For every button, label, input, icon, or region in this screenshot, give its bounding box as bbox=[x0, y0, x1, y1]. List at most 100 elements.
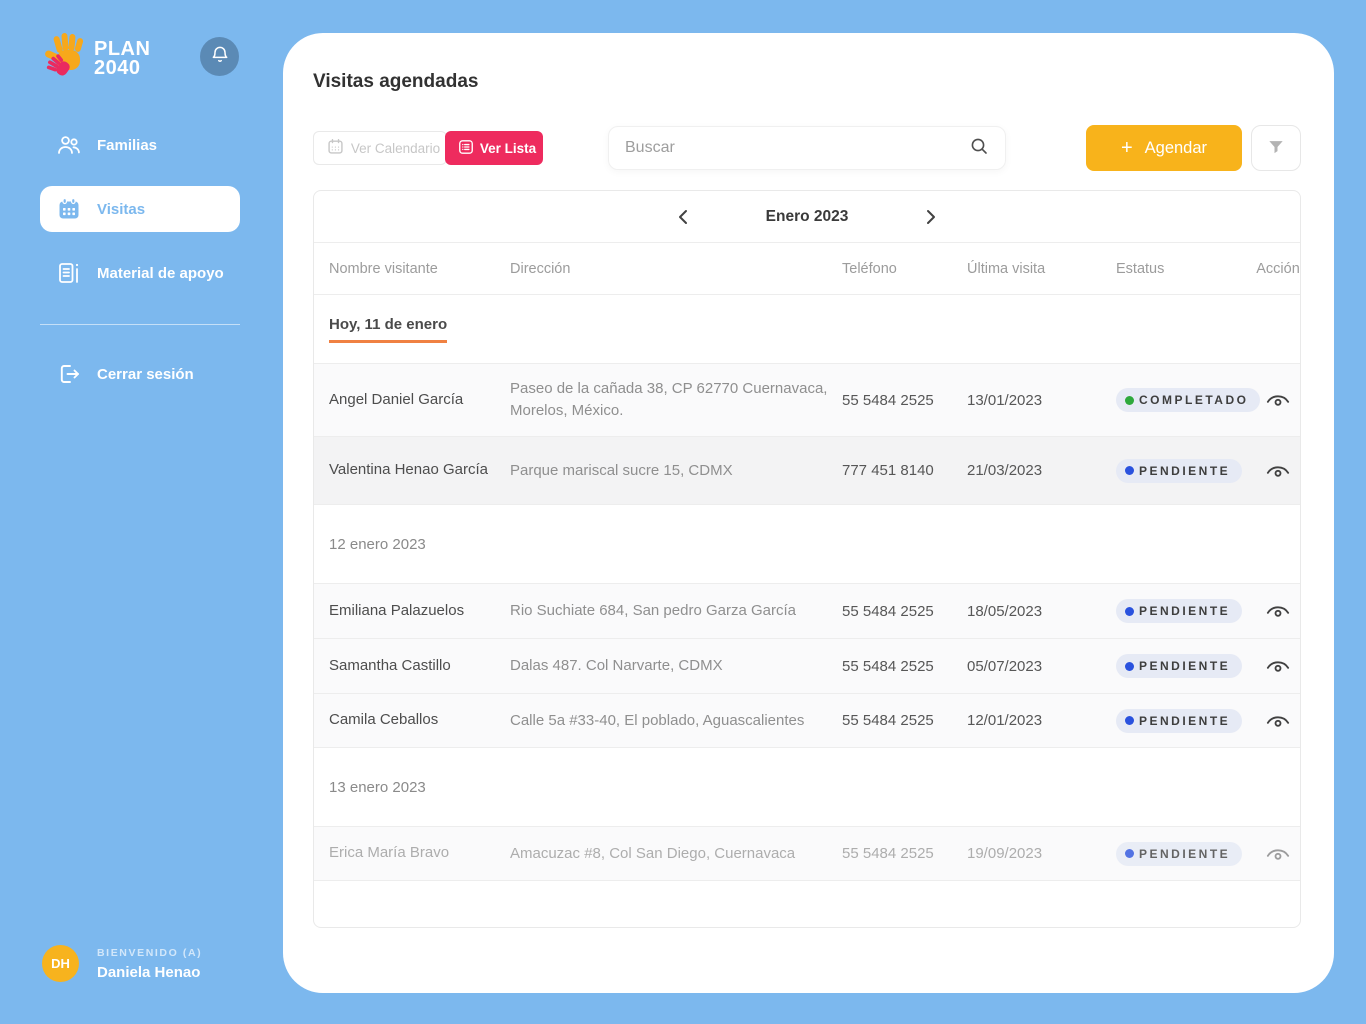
search-input[interactable] bbox=[625, 139, 969, 157]
visitor-address: Calle 5a #33-40, El poblado, Aguascalien… bbox=[510, 711, 805, 729]
visitor-name: Erica María Bravo bbox=[329, 844, 450, 862]
view-visit-button[interactable] bbox=[1256, 658, 1300, 674]
eye-icon bbox=[1266, 465, 1290, 477]
view-visit-button[interactable] bbox=[1256, 603, 1300, 619]
date-group-label: 13 enero 2023 bbox=[329, 778, 426, 796]
eye-icon bbox=[1266, 661, 1290, 672]
list-icon bbox=[458, 139, 474, 158]
column-header: Estatus bbox=[1116, 260, 1165, 277]
calendar-small-icon bbox=[327, 138, 344, 158]
eye-icon bbox=[1266, 848, 1290, 860]
view-list-label: Ver Lista bbox=[479, 140, 537, 156]
status-badge: PENDIENTE bbox=[1116, 654, 1243, 678]
view-calendar-button[interactable]: Ver Calendario bbox=[313, 131, 447, 165]
column-header: Acción bbox=[1256, 260, 1300, 277]
view-calendar-label: Ver Calendario bbox=[350, 140, 441, 156]
visitor-address: Parque mariscal sucre 15, CDMX bbox=[510, 461, 733, 479]
status-dot-icon bbox=[1125, 849, 1134, 858]
agendar-button[interactable]: + Agendar bbox=[1086, 125, 1242, 171]
visitor-address: Paseo de la cañada 38, CP 62770 Cuernava… bbox=[510, 380, 828, 419]
avatar: DH bbox=[42, 945, 79, 982]
view-list-button[interactable]: Ver Lista bbox=[445, 131, 543, 165]
table-row[interactable]: Camila Ceballos Calle 5a #33-40, El pobl… bbox=[314, 693, 1300, 748]
table-header-row: Nombre visitante Dirección Teléfono Últi… bbox=[314, 243, 1300, 295]
visitor-address: Amacuzac #8, Col San Diego, Cuernavaca bbox=[510, 844, 796, 862]
user-info[interactable]: DH BIENVENIDO (A) Daniela Henao bbox=[42, 945, 202, 982]
visitor-name: Camila Ceballos bbox=[329, 711, 439, 729]
date-group-header: 12 enero 2023 bbox=[314, 505, 1300, 583]
date-group-header: 13 enero 2023 bbox=[314, 748, 1300, 826]
sidebar-item-label: Familias bbox=[97, 136, 158, 154]
bell-icon bbox=[210, 44, 230, 69]
status-badge: COMPLETADO bbox=[1116, 388, 1261, 412]
month-navigation: Enero 2023 bbox=[314, 191, 1300, 243]
visitor-address: Dalas 487. Col Narvarte, CDMX bbox=[510, 657, 723, 675]
sidebar-nav: Familias Visitas Material de apoyo Cerra… bbox=[0, 120, 283, 415]
status-dot-icon bbox=[1125, 466, 1134, 475]
app-logo: PLAN 2040 bbox=[40, 30, 150, 87]
column-header: Última visita bbox=[967, 260, 1046, 277]
next-month-button[interactable] bbox=[919, 202, 943, 232]
date-group-header: Hoy, 11 de enero bbox=[314, 295, 1300, 363]
sidebar-item-label: Visitas bbox=[97, 200, 146, 218]
families-icon bbox=[55, 133, 83, 157]
logout-button[interactable]: Cerrar sesión bbox=[0, 351, 283, 397]
welcome-label: BIENVENIDO (A) bbox=[97, 946, 203, 959]
visits-table: Enero 2023 Nombre visitante Dirección Te… bbox=[313, 190, 1301, 928]
status-dot-icon bbox=[1125, 395, 1134, 405]
sidebar-item-visitas[interactable]: Visitas bbox=[40, 186, 240, 232]
view-visit-button[interactable] bbox=[1256, 392, 1300, 408]
view-visit-button[interactable] bbox=[1256, 463, 1300, 479]
visitor-name: Emiliana Palazuelos bbox=[329, 601, 465, 619]
column-header: Teléfono bbox=[842, 260, 897, 277]
table-row[interactable]: Erica María Bravo Amacuzac #8, Col San D… bbox=[314, 826, 1300, 881]
visitor-phone: 777 451 8140 bbox=[842, 462, 934, 479]
last-visit-date: 13/01/2023 bbox=[967, 391, 1043, 409]
view-visit-button[interactable] bbox=[1256, 846, 1300, 862]
sidebar-divider bbox=[40, 324, 240, 325]
table-row[interactable]: Emiliana Palazuelos Rio Suchiate 684, Sa… bbox=[314, 583, 1300, 638]
visitor-name: Valentina Henao García bbox=[329, 461, 488, 479]
visitor-address: Rio Suchiate 684, San pedro Garza García bbox=[510, 602, 796, 620]
eye-icon bbox=[1266, 606, 1290, 617]
last-visit-date: 21/03/2023 bbox=[967, 462, 1043, 479]
logout-label: Cerrar sesión bbox=[97, 365, 194, 383]
month-label: Enero 2023 bbox=[765, 207, 849, 225]
prev-month-button[interactable] bbox=[671, 202, 695, 232]
filter-funnel-icon bbox=[1266, 137, 1286, 160]
sidebar-item-material[interactable]: Material de apoyo bbox=[0, 250, 283, 296]
sidebar: PLAN 2040 Familias Visitas Material de a… bbox=[0, 0, 283, 1024]
table-row[interactable]: Samantha Castillo Dalas 487. Col Narvart… bbox=[314, 638, 1300, 693]
last-visit-date: 19/09/2023 bbox=[967, 845, 1043, 862]
last-visit-date: 12/01/2023 bbox=[967, 712, 1043, 729]
user-name: Daniela Henao bbox=[97, 963, 201, 981]
notifications-button[interactable] bbox=[200, 37, 239, 76]
date-group-label-today: Hoy, 11 de enero bbox=[329, 316, 448, 343]
app-logo-text: PLAN 2040 bbox=[94, 37, 151, 79]
status-dot-icon bbox=[1125, 661, 1134, 671]
date-group-label: 12 enero 2023 bbox=[329, 535, 426, 553]
status-badge: PENDIENTE bbox=[1116, 708, 1243, 733]
sidebar-item-familias[interactable]: Familias bbox=[0, 122, 283, 168]
hands-logo-icon bbox=[40, 30, 92, 87]
eye-icon bbox=[1266, 715, 1290, 727]
view-visit-button[interactable] bbox=[1256, 713, 1300, 729]
plus-icon: + bbox=[1120, 136, 1133, 159]
search-icon[interactable] bbox=[969, 136, 989, 161]
logout-icon bbox=[55, 362, 83, 386]
status-dot-icon bbox=[1125, 606, 1134, 616]
table-row[interactable]: Valentina Henao García Parque mariscal s… bbox=[314, 436, 1300, 505]
eye-icon bbox=[1266, 395, 1290, 406]
visitor-name: Samantha Castillo bbox=[329, 656, 451, 674]
last-visit-date: 05/07/2023 bbox=[967, 657, 1043, 675]
status-badge: PENDIENTE bbox=[1116, 599, 1243, 623]
visitor-name: Angel Daniel García bbox=[329, 390, 464, 408]
filter-button[interactable] bbox=[1251, 125, 1301, 171]
agendar-label: Agendar bbox=[1144, 138, 1208, 157]
view-toggle: Ver Calendario Ver Lista bbox=[313, 131, 543, 165]
visitor-phone: 55 5484 2525 bbox=[842, 602, 934, 620]
status-badge: PENDIENTE bbox=[1116, 841, 1243, 866]
table-row[interactable]: Angel Daniel García Paseo de la cañada 3… bbox=[314, 363, 1300, 436]
visitor-phone: 55 5484 2525 bbox=[842, 657, 934, 675]
last-visit-date: 18/05/2023 bbox=[967, 602, 1043, 620]
